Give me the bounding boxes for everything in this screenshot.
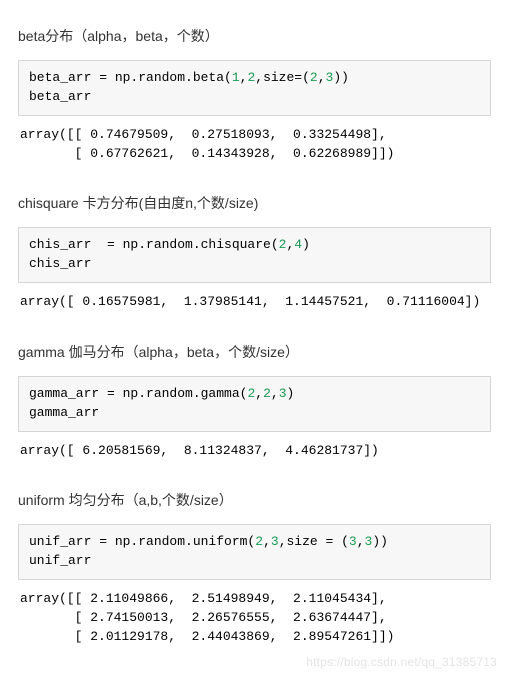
output-cell-gamma: array([ 6.20581569, 8.11324837, 4.462817… (18, 442, 491, 461)
section-heading-uniform: uniform 均匀分布（a,b,个数/size） (18, 490, 491, 510)
output-cell-chisquare: array([ 0.16575981, 1.37985141, 1.144575… (18, 293, 491, 312)
code-cell-gamma: gamma_arr = np.random.gamma(2,2,3) gamma… (18, 376, 491, 432)
output-cell-uniform: array([[ 2.11049866, 2.51498949, 2.11045… (18, 590, 491, 647)
section-heading-beta: beta分布（alpha，beta，个数） (18, 26, 491, 46)
section-heading-chisquare: chisquare 卡方分布(自由度n,个数/size) (18, 193, 491, 213)
watermark: https://blog.csdn.net/qq_31385713 (306, 655, 497, 669)
section-heading-gamma: gamma 伽马分布（alpha，beta，个数/size） (18, 342, 491, 362)
code-cell-chisquare: chis_arr = np.random.chisquare(2,4) chis… (18, 227, 491, 283)
code-cell-beta: beta_arr = np.random.beta(1,2,size=(2,3)… (18, 60, 491, 116)
code-cell-uniform: unif_arr = np.random.uniform(2,3,size = … (18, 524, 491, 580)
output-cell-beta: array([[ 0.74679509, 0.27518093, 0.33254… (18, 126, 491, 164)
